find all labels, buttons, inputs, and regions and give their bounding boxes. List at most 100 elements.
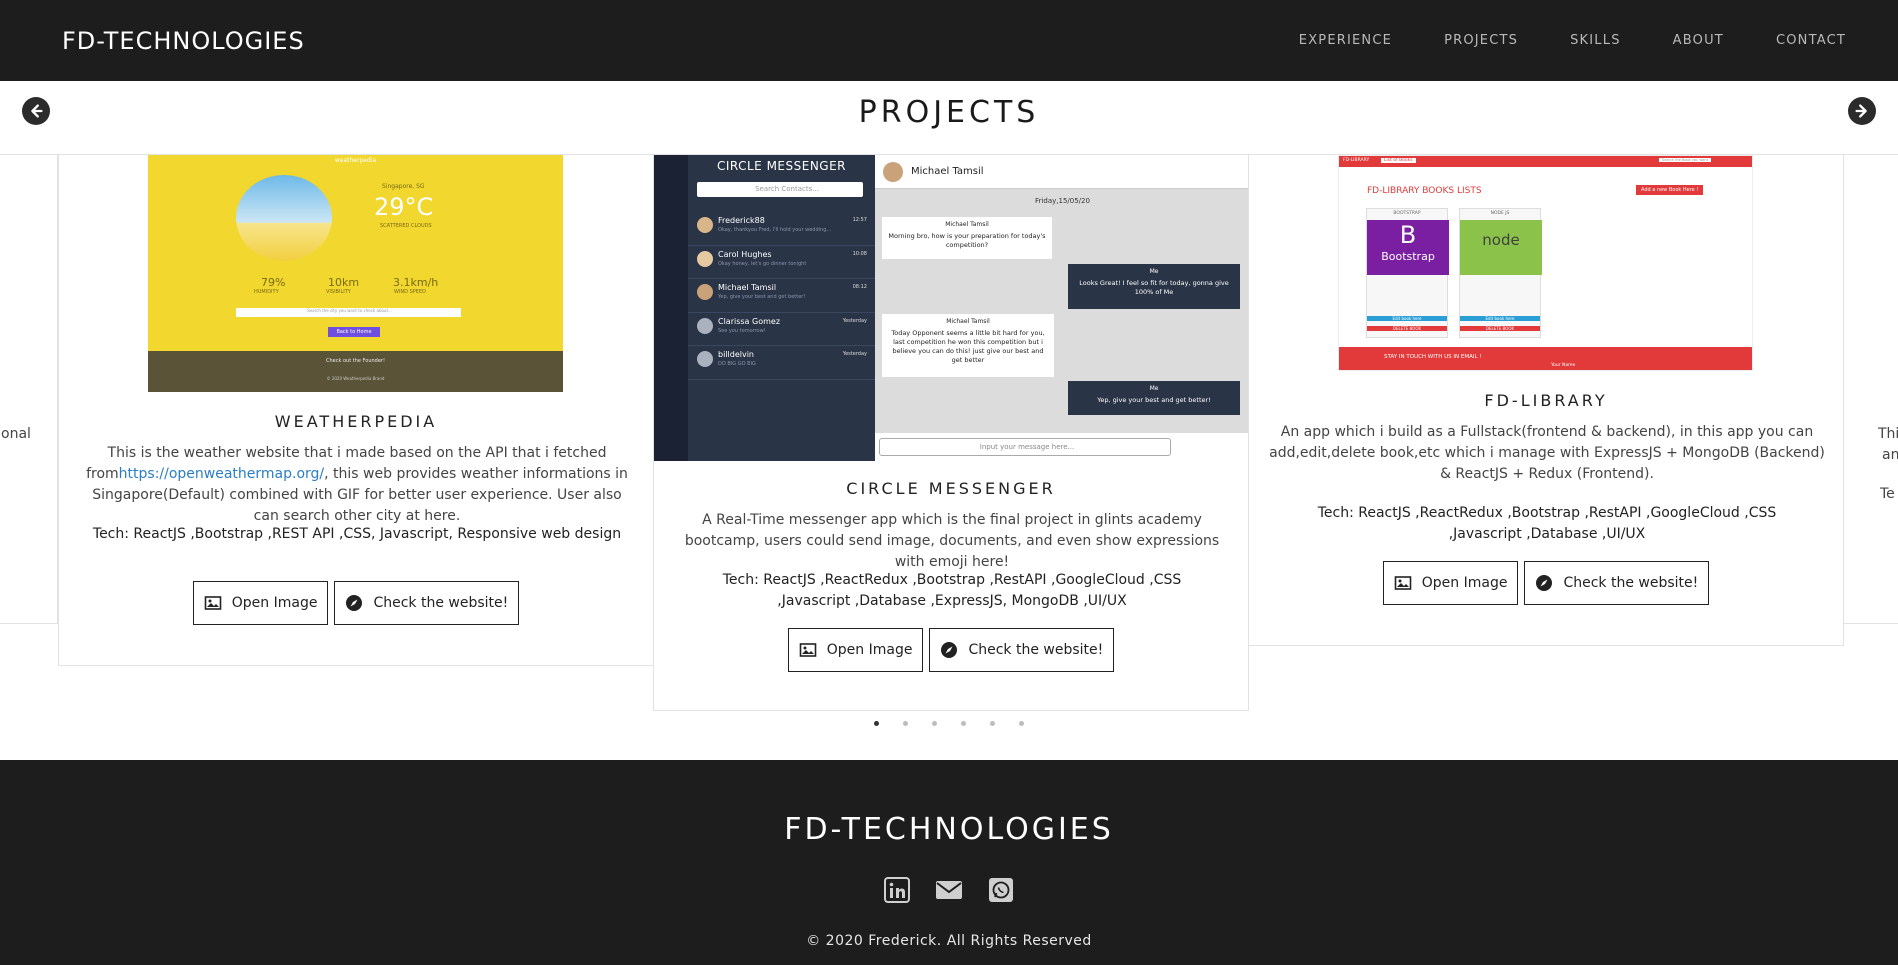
check-website-label: Check the website! (1563, 575, 1699, 591)
contact-time: 08:12 (852, 284, 867, 290)
carousel-dot[interactable] (932, 721, 937, 726)
carousel-next-button[interactable] (1848, 97, 1876, 125)
contact-item: billdelvin DO BIG GO BIG Yesterday (688, 346, 875, 380)
check-website-button[interactable]: Check the website! (334, 581, 520, 625)
bubble-from: Michael Tamsil (945, 221, 989, 228)
nav-link-projects[interactable]: PROJECTS (1444, 33, 1518, 48)
open-image-button[interactable]: Open Image (787, 628, 924, 672)
linkedin-icon[interactable] (883, 876, 911, 904)
book-edit-button: Edit book here (1367, 316, 1447, 321)
compass-icon (346, 595, 363, 611)
weather-footer-text: Check out the Founder! (326, 358, 385, 364)
weather-illustration (236, 175, 332, 261)
fd-library-screenshot[interactable]: FD-LIBRARY List of Books Search the Book… (1338, 155, 1753, 371)
messenger-app-title: CIRCLE MESSENGER (716, 159, 847, 173)
open-image-button[interactable]: Open Image (192, 581, 329, 625)
avatar (697, 217, 713, 233)
card-buttons: Open Image Check the website! (59, 581, 653, 625)
partial-card-right: Thi an Te (1843, 154, 1898, 624)
chat-input: Input your message here... (879, 438, 1171, 456)
weatherpedia-screenshot[interactable]: weatherpedia Singapore, SG 29°C SCATTERE… (148, 155, 563, 392)
weather-wind-label: WIND SPEED (394, 289, 426, 295)
chat-input-bar: Input your message here... (875, 433, 1248, 461)
weatherpedia-brand: weatherpedia (334, 157, 377, 164)
check-website-button[interactable]: Check the website! (929, 628, 1115, 672)
bootstrap-logo-letter: B (1399, 221, 1417, 249)
library-navbar: FD-LIBRARY List of Books Search the Book… (1339, 156, 1752, 167)
compass-icon (941, 642, 958, 658)
weather-footer: Check out the Founder! © 2020 Weatherped… (148, 351, 563, 392)
card-buttons: Open Image Check the website! (1249, 561, 1843, 605)
contact-time: Yesterday (842, 351, 867, 357)
partial-card-right-line2: an (1882, 447, 1898, 463)
card-description: A Real-Time messenger app which is the f… (684, 512, 1220, 570)
bubble-from: Me (1149, 385, 1159, 392)
bubble-from: Me (1149, 268, 1159, 275)
nav-link-skills[interactable]: SKILLS (1570, 33, 1621, 48)
contact-name: Clarissa Gomez (718, 316, 781, 326)
contact-time: Yesterday (842, 317, 867, 324)
card-buttons: Open Image Check the website! (654, 628, 1248, 672)
nav-link-about[interactable]: ABOUT (1673, 33, 1724, 48)
email-icon[interactable] (935, 876, 963, 904)
brand-logo[interactable]: FD-TECHNOLOGIES (62, 27, 305, 55)
weather-footer-copy: © 2020 Weatherpedia Brand (326, 376, 385, 381)
image-icon (204, 596, 222, 610)
bootstrap-logo-text: Bootstrap (1381, 250, 1435, 263)
contact-msg: DO BIG GO BIG (718, 361, 756, 367)
library-heading: FD-LIBRARY BOOKS LISTS (1367, 186, 1482, 196)
library-nav-brand: FD-LIBRARY (1343, 158, 1370, 163)
whatsapp-icon[interactable] (987, 876, 1015, 904)
contact-name: billdelvin (718, 350, 754, 359)
messenger-icon-bar (654, 155, 688, 461)
contact-time: 10:08 (852, 250, 867, 257)
project-card-fd-library: FD-LIBRARY List of Books Search the Book… (1248, 154, 1844, 646)
carousel-dot[interactable] (961, 721, 966, 726)
compass-icon (1536, 575, 1553, 591)
check-website-label: Check the website! (968, 642, 1104, 658)
book-category: BOOTSTRAP (1393, 211, 1421, 216)
openweathermap-link[interactable]: https://openweathermap.org/ (119, 466, 324, 482)
chat-bubble: Michael Tamsil Morning bro, how is your … (882, 217, 1052, 259)
carousel-prev-button[interactable] (22, 97, 50, 125)
navbar: FD-TECHNOLOGIES EXPERIENCE PROJECTS SKIL… (0, 0, 1898, 81)
carousel-dot[interactable] (874, 721, 879, 726)
contact-msg: Okay, thankyou Fred, I'll hold your wedd… (718, 227, 832, 233)
library-book-card: NODE JS node Edit book here DELETE BOOK (1459, 208, 1542, 338)
carousel-dot[interactable] (903, 721, 908, 726)
card-tech: Tech: ReactJS ,Bootstrap ,REST API ,CSS,… (92, 526, 622, 542)
weather-humidity-label: HUMIDITY (254, 289, 279, 295)
circle-messenger-screenshot[interactable]: CIRCLE MESSENGER Search Contacts... Fred… (654, 155, 1248, 461)
partial-card-right-line1: Thi (1878, 426, 1898, 442)
contact-time: 12:57 (852, 217, 867, 223)
book-delete-button: DELETE BOOK (1367, 326, 1447, 331)
library-add-button: Add a new Book Here ! (1636, 185, 1704, 195)
carousel-dot[interactable] (1019, 721, 1024, 726)
contact-name: Michael Tamsil (718, 283, 777, 292)
chat-bubble: Me Looks Great! I feel so fit for today,… (1068, 264, 1240, 309)
weather-humidity: 79% (261, 276, 286, 289)
library-search: Search the Book you want (1659, 158, 1711, 162)
open-image-label: Open Image (231, 595, 318, 611)
carousel-dot[interactable] (990, 721, 995, 726)
partial-card-left-text: onal (1, 426, 31, 442)
contact-name: Frederick88 (718, 216, 765, 225)
check-website-button[interactable]: Check the website! (1524, 561, 1710, 605)
card-tech: Tech: ReactJS ,ReactRedux ,Bootstrap ,Re… (722, 572, 1182, 609)
open-image-label: Open Image (1421, 575, 1508, 591)
nav-link-experience[interactable]: EXPERIENCE (1299, 33, 1392, 48)
nav-link-contact[interactable]: CONTACT (1776, 33, 1846, 48)
card-description: An app which i build as a Fullstack(fron… (1269, 424, 1825, 482)
library-footer: STAY IN TOUCH WITH US IN EMAIL ! Your Na… (1339, 347, 1752, 370)
arrow-right-icon (1855, 104, 1867, 118)
card-title: CIRCLE MESSENGER (846, 479, 1056, 498)
library-footer-name: Your Name (1551, 363, 1576, 368)
messenger-search: Search Contacts... (697, 182, 863, 197)
weather-back-button: Back to Home (328, 327, 380, 337)
open-image-button[interactable]: Open Image (1382, 561, 1519, 605)
card-title: WEATHERPEDIA (274, 412, 438, 431)
footer-brand: FD-TECHNOLOGIES (784, 812, 1114, 847)
copyright-text: © 2020 Frederick. All Rights Reserved (806, 933, 1092, 949)
weather-visibility: 10km (328, 276, 360, 289)
avatar (697, 351, 713, 367)
